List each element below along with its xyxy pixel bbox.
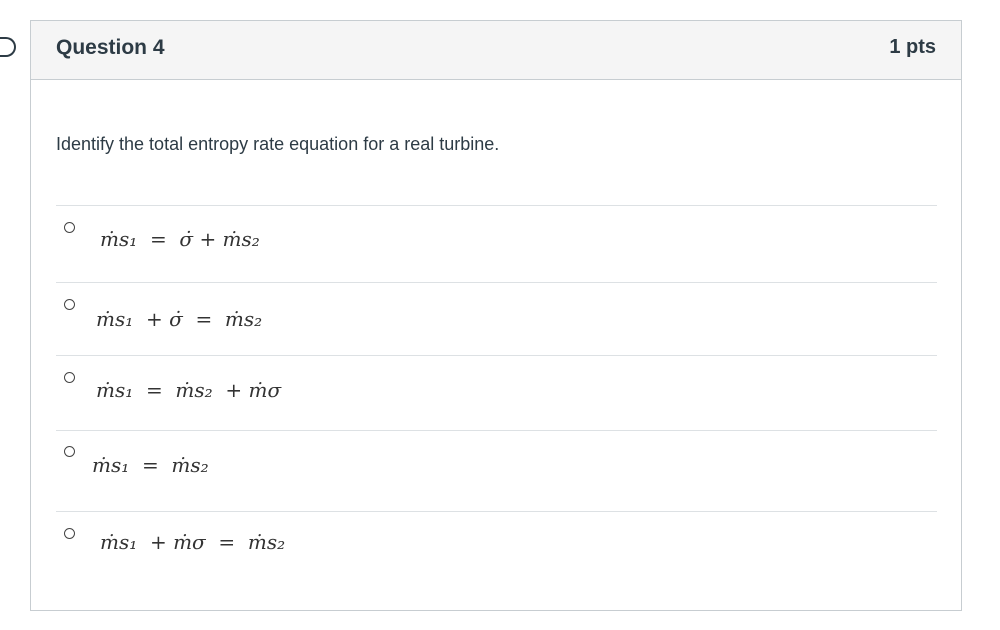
answer-equation: ṁs₁ = σ̇ + ṁs₂ (100, 227, 260, 251)
radio-button[interactable] (64, 446, 75, 457)
answer-option-2[interactable]: ṁs₁ + σ̇ = ṁs₂ (56, 282, 937, 355)
answer-option-4[interactable]: ṁs₁ = ṁs₂ (56, 430, 937, 511)
question-header: Question 4 1 pts (31, 21, 961, 80)
radio-button[interactable] (64, 372, 75, 383)
question-title: Question 4 (56, 36, 165, 59)
answer-equation: ṁs₁ = ṁs₂ (92, 453, 209, 477)
answer-equation: ṁs₁ + ṁσ = ṁs₂ (100, 530, 286, 554)
flag-question-icon[interactable] (0, 37, 16, 57)
question-points: 1 pts (889, 36, 936, 58)
radio-button[interactable] (64, 528, 75, 539)
answer-option-3[interactable]: ṁs₁ = ṁs₂ + ṁσ (56, 355, 937, 430)
radio-button[interactable] (64, 299, 75, 310)
answer-equation: ṁs₁ = ṁs₂ + ṁσ (96, 378, 282, 402)
radio-button[interactable] (64, 222, 75, 233)
answer-option-5[interactable]: ṁs₁ + ṁσ = ṁs₂ (56, 511, 937, 581)
answer-equation: ṁs₁ + σ̇ = ṁs₂ (96, 307, 263, 331)
answer-option-1[interactable]: ṁs₁ = σ̇ + ṁs₂ (56, 205, 937, 282)
question-text: Identify the total entropy rate equation… (56, 134, 500, 154)
answer-list: ṁs₁ = σ̇ + ṁs₂ ṁs₁ + σ̇ = ṁs₂ ṁs₁ = ṁs₂ … (56, 205, 937, 581)
question-card: Question 4 1 pts Identify the total entr… (30, 20, 962, 611)
